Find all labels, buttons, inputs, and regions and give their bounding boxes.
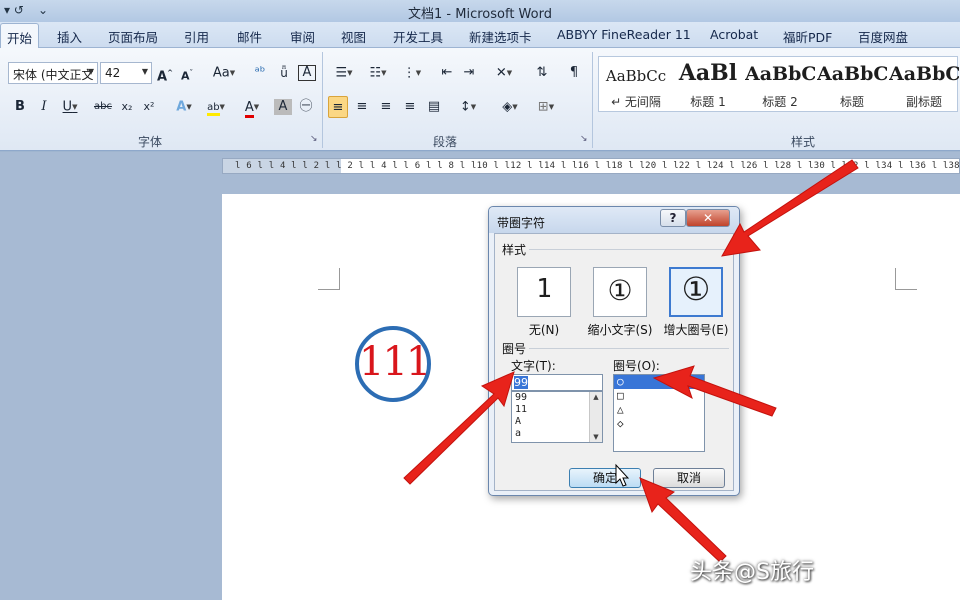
text-field-label: 文字(T): (511, 359, 556, 373)
font-size-select[interactable]: 42 ▼ (100, 62, 152, 84)
bullets-icon[interactable]: ☰▼ (330, 62, 358, 84)
help-button[interactable]: ? (660, 209, 686, 227)
subscript-icon[interactable]: x₂ (118, 96, 136, 118)
character-shading-icon[interactable]: A (274, 99, 292, 115)
grow-font-icon[interactable]: A^ (156, 62, 174, 84)
styles-group-label: 样式 (790, 135, 815, 149)
highlight-icon[interactable]: ab▼ (202, 96, 230, 118)
multilevel-list-icon[interactable]: ⋮▼ (398, 62, 426, 84)
style-option-enlarge-symbol[interactable]: ① (669, 267, 723, 317)
tab-abbyy[interactable]: ABBYY FineReader 11 (557, 27, 691, 42)
underline-icon[interactable]: U▼ (58, 96, 82, 118)
watermark: 头条@S旅行 (690, 560, 814, 585)
enclosure-section-title: 圈号 (502, 342, 527, 356)
style-option-shrink-text[interactable]: ① (593, 267, 647, 317)
list-item[interactable]: ◇ (614, 417, 704, 431)
style-option-shrink-text-label: 缩小文字(S) (587, 323, 653, 337)
ok-button[interactable]: 确定 (569, 468, 641, 488)
style-subtitle[interactable]: AaBbC 副标题 (889, 57, 959, 111)
text-list[interactable]: 99 11 A a ▲ ▼ (511, 391, 603, 443)
font-name-select[interactable]: 宋体 (中文正文 ▼ (8, 62, 98, 84)
margin-corner-right (895, 268, 917, 290)
scroll-down-icon[interactable]: ▼ (590, 433, 602, 441)
numbering-icon[interactable]: ☷▼ (364, 62, 392, 84)
text-effects-icon[interactable]: A▼ (170, 96, 198, 118)
style-option-none[interactable]: 1 (517, 267, 571, 317)
paragraph-group-label: 段落 (432, 135, 457, 149)
style-heading-2[interactable]: AaBbC 标题 2 (745, 57, 815, 111)
tab-foxit-pdf[interactable]: 福昕PDF (783, 27, 832, 46)
decrease-indent-icon[interactable]: ⇤ (438, 62, 456, 84)
align-center-icon[interactable]: ≡ (352, 96, 372, 118)
asian-layout-icon[interactable]: ✕▼ (490, 62, 518, 84)
character-border-icon[interactable]: A (298, 65, 316, 81)
font-group-label: 字体 (137, 135, 162, 149)
style-title[interactable]: AaBbC 标题 (817, 57, 887, 111)
tab-view[interactable]: 视图 (341, 27, 366, 46)
shrink-font-icon[interactable]: Aˇ (178, 62, 196, 84)
bold-icon[interactable]: B (12, 96, 28, 118)
tab-home[interactable]: 开始 (0, 23, 40, 49)
italic-icon[interactable]: I (36, 96, 52, 118)
dialog-body: 样式 1 ① ① 无(N) 缩小文字(S) 增大圈号(E) 圈号 文字(T): … (494, 233, 734, 491)
enclose-characters-icon[interactable]: ㊀ (296, 96, 316, 118)
enclose-characters-dialog: 带圈字符 ? ✕ 样式 1 ① ① 无(N) 缩小文字(S) 增大圈号(E) 圈… (488, 206, 740, 496)
font-dialog-launcher-icon[interactable]: ↘ (310, 134, 318, 144)
phonetic-guide-icon[interactable]: ǖ (274, 62, 294, 84)
borders-icon[interactable]: ⊞▼ (532, 96, 560, 118)
tab-review[interactable]: 审阅 (290, 27, 315, 46)
group-separator (592, 52, 593, 148)
tab-acrobat[interactable]: Acrobat (710, 27, 758, 42)
superscript-icon[interactable]: x² (140, 96, 158, 118)
tab-insert[interactable]: 插入 (57, 27, 82, 46)
close-button[interactable]: ✕ (686, 209, 730, 227)
align-left-icon[interactable]: ≡ (328, 96, 348, 118)
paragraph-dialog-launcher-icon[interactable]: ↘ (580, 134, 588, 144)
ribbon-tabs: 开始 插入 页面布局 引用 邮件 审阅 视图 开发工具 新建选项卡 ABBYY … (0, 22, 960, 49)
style-option-none-label: 无(N) (528, 323, 560, 337)
justify-icon[interactable]: ≡ (400, 96, 420, 118)
tab-references[interactable]: 引用 (184, 27, 209, 46)
horizontal-ruler[interactable]: l 6 l l 4 l l 2 l l 2 l l 4 l l 6 l l 8 … (222, 158, 960, 174)
shading-icon[interactable]: ◈▼ (496, 96, 524, 118)
tab-new[interactable]: 新建选项卡 (469, 27, 532, 46)
font-color-icon[interactable]: A▼ (238, 96, 266, 118)
title-bar: ▾ ↺ ⌄ 文档1 - Microsoft Word (0, 0, 960, 22)
tab-baidu-netdisk[interactable]: 百度网盘 (858, 27, 908, 46)
style-heading-1[interactable]: AaBl 标题 1 (673, 57, 743, 111)
window-title: 文档1 - Microsoft Word (408, 7, 552, 22)
dialog-title: 带圈字符 (497, 216, 546, 230)
margin-corner-left (318, 268, 340, 290)
line-spacing-icon[interactable]: ↕▼ (454, 96, 482, 118)
increase-indent-icon[interactable]: ⇥ (460, 62, 478, 84)
styles-gallery: AaBbCc ↵ 无间隔 AaBl 标题 1 AaBbC 标题 2 AaBbC … (598, 56, 959, 112)
distributed-icon[interactable]: ▤ (424, 96, 444, 118)
enclosure-list-label: 圈号(O): (613, 359, 660, 373)
list-item[interactable]: △ (614, 403, 704, 417)
list-item[interactable]: □ (614, 389, 704, 403)
align-right-icon[interactable]: ≡ (376, 96, 396, 118)
strikethrough-icon[interactable]: abc (92, 96, 114, 118)
enclosed-character-text: 111 (359, 339, 431, 385)
clear-format-icon[interactable]: ᵃᵇ (250, 62, 270, 84)
sort-icon[interactable]: ⇅ (532, 62, 552, 84)
text-list-scrollbar[interactable]: ▲ ▼ (589, 392, 602, 442)
list-item[interactable]: ○ (614, 375, 704, 389)
tab-page-layout[interactable]: 页面布局 (108, 27, 158, 46)
tab-developer[interactable]: 开发工具 (393, 27, 443, 46)
enclosure-list[interactable]: ○ □ △ ◇ (613, 374, 705, 452)
dialog-title-bar[interactable]: 带圈字符 ? ✕ (489, 207, 739, 233)
show-marks-icon[interactable]: ¶ (566, 62, 582, 84)
scroll-up-icon[interactable]: ▲ (590, 393, 602, 401)
group-separator (322, 52, 323, 148)
tab-mailings[interactable]: 邮件 (237, 27, 262, 46)
ruler-ticks: l 6 l l 4 l l 2 l l 2 l l 4 l l 6 l l 8 … (235, 161, 960, 171)
cancel-button[interactable]: 取消 (653, 468, 725, 488)
change-case-icon[interactable]: Aa▼ (210, 62, 238, 84)
style-no-spacing[interactable]: AaBbCc ↵ 无间隔 (601, 57, 671, 111)
style-option-enlarge-symbol-label: 增大圈号(E) (663, 323, 729, 337)
enclosed-character[interactable]: 111 (355, 326, 431, 402)
style-section-title: 样式 (502, 243, 527, 257)
text-input[interactable]: 99 (511, 374, 603, 391)
